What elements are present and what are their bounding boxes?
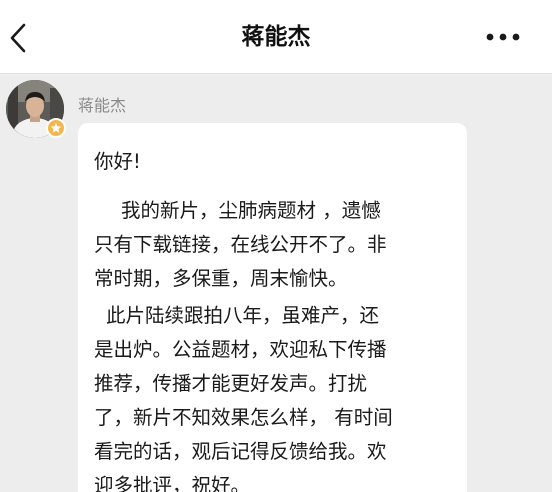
ellipsis-horizontal-icon bbox=[486, 33, 520, 41]
chat-screen: 蒋能杰 蒋能杰 你好! 我的新片，尘肺病题材 ，遗憾 只有下载链接，在线公开不了… bbox=[0, 0, 552, 492]
message-line: 我的新片，尘肺病题材 ，遗憾 bbox=[121, 199, 381, 222]
message-line: 此片陆续跟拍八年，虽难产，还 bbox=[106, 304, 380, 327]
message-line: 推荐，传播才能更好发声。打扰 bbox=[94, 372, 368, 395]
message-greeting: 你好! bbox=[94, 150, 141, 173]
more-options-button[interactable] bbox=[472, 0, 552, 74]
message-line: 迎多批评，祝好。 bbox=[94, 474, 251, 492]
chat-title: 蒋能杰 bbox=[241, 24, 311, 50]
message-bubble[interactable]: 你好! 我的新片，尘肺病题材 ，遗憾 只有下载链接，在线公开不了。非 常时期，多… bbox=[78, 123, 467, 492]
star-badge-icon bbox=[50, 122, 62, 133]
back-button[interactable] bbox=[0, 0, 60, 74]
verified-badge bbox=[46, 118, 66, 138]
message-line: 常时期，多保重，周末愉快。 bbox=[94, 267, 348, 290]
message-text: 你好! 我的新片，尘肺病题材 ，遗憾 只有下载链接，在线公开不了。非 常时期，多… bbox=[94, 145, 456, 492]
message-line: 是出炉。公益题材，欢迎私下传播 bbox=[94, 338, 387, 361]
sender-name: 蒋能杰 bbox=[78, 96, 127, 115]
top-bar: 蒋能杰 bbox=[0, 0, 552, 74]
message-line: 看完的话，观后记得反馈给我。欢 bbox=[94, 440, 387, 463]
message-line: 了，新片不知效果怎么样， 有时间 bbox=[94, 406, 393, 429]
chevron-left-icon bbox=[10, 23, 26, 53]
message-line: 只有下载链接，在线公开不了。非 bbox=[94, 233, 387, 256]
